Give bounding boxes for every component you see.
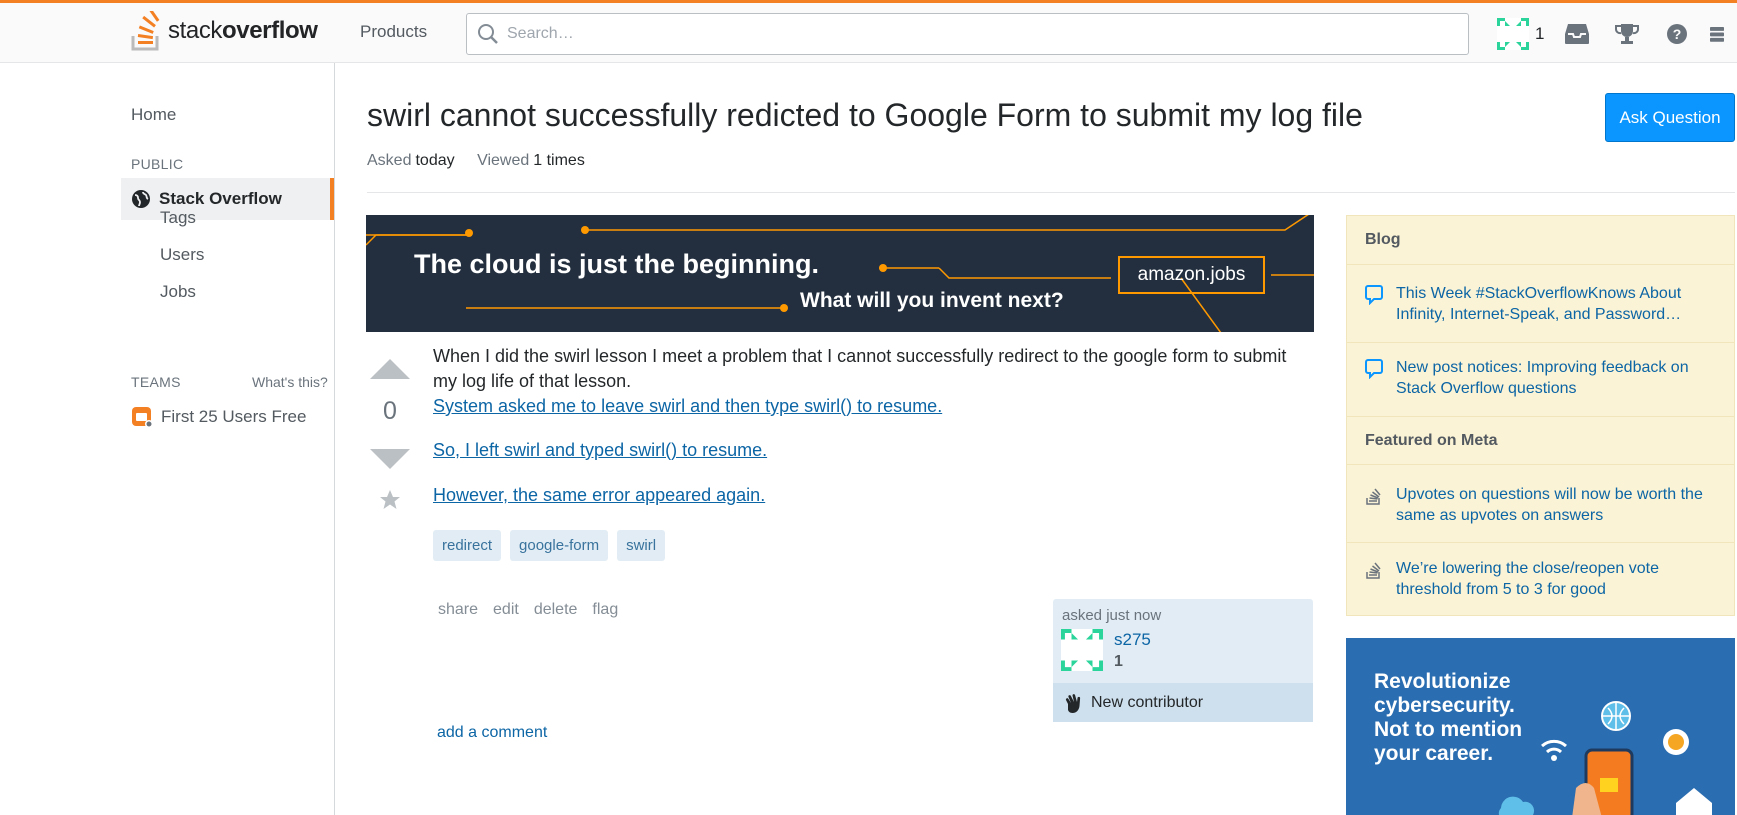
blog-item-1[interactable]: This Week #StackOverflowKnows About Infi… <box>1365 283 1725 325</box>
cybersecurity-illustration <box>1498 701 1712 815</box>
sidebar-separator <box>1347 342 1734 343</box>
nav-users[interactable]: Users <box>160 245 204 265</box>
blog-item-1-text: This Week #StackOverflowKnows About Infi… <box>1396 285 1682 323</box>
tag-google-form[interactable]: google-form <box>510 530 609 561</box>
featured-meta-heading: Featured on Meta <box>1347 416 1734 465</box>
speech-bubble-icon <box>1365 285 1383 305</box>
new-contributor-label: New contributor <box>1091 693 1204 711</box>
tag-swirl[interactable]: swirl <box>617 530 666 561</box>
owner-avatar[interactable] <box>1061 629 1103 671</box>
nav-stack-overflow-label: Stack Overflow <box>159 189 282 208</box>
top-icons: 1 ? <box>1497 17 1725 51</box>
logo-text-light: stack <box>168 17 223 44</box>
stackoverflow-logo[interactable]: stackoverflow <box>130 11 318 51</box>
logo-text-bold: overflow <box>222 17 318 44</box>
cybersecurity-ad[interactable]: Revolutionize cybersecurity. Not to ment… <box>1346 638 1735 815</box>
blog-item-2[interactable]: New post notices: Improving feedback on … <box>1365 357 1725 399</box>
nav-public-heading: PUBLIC <box>131 156 184 172</box>
avatar <box>1497 18 1529 50</box>
flag-link[interactable]: flag <box>592 601 618 619</box>
viewed-value: 1 times <box>533 152 585 169</box>
header-divider <box>367 192 1735 193</box>
favorite-button[interactable] <box>378 488 402 512</box>
globe-icon <box>132 190 150 208</box>
owner-name[interactable]: s275 <box>1114 630 1151 650</box>
question-body: When I did the swirl lesson I meet a pro… <box>433 344 1313 508</box>
help-button[interactable]: ? <box>1660 17 1694 51</box>
meta-item-2-text: We’re lowering the close/reopen vote thr… <box>1396 560 1659 598</box>
achievements-button[interactable] <box>1610 17 1644 51</box>
meta-item-1[interactable]: Upvotes on questions will now be worth t… <box>1365 484 1725 526</box>
inbox-icon <box>1565 24 1590 44</box>
blog-heading: Blog <box>1347 216 1734 265</box>
body-link-3[interactable]: However, the same error appeared again. <box>433 483 1313 508</box>
meta-item-1-text: Upvotes on questions will now be worth t… <box>1396 486 1703 524</box>
banner-brand: amazon.jobs <box>1118 256 1265 294</box>
post-menu: share edit delete flag <box>438 601 633 619</box>
delete-link[interactable]: delete <box>534 601 578 619</box>
sidebar-separator <box>1347 542 1734 543</box>
top-bar: stackoverflow Products 1 <box>0 0 1737 63</box>
tag-redirect[interactable]: redirect <box>433 530 502 561</box>
nav-tags[interactable]: Tags <box>160 208 196 228</box>
star-icon <box>380 490 400 509</box>
team-item-label: First 25 Users Free <box>161 407 307 426</box>
nav-team-item[interactable]: First 25 Users Free <box>131 406 306 428</box>
site-switcher-button[interactable] <box>1710 17 1725 51</box>
downvote-arrow-icon <box>370 449 410 469</box>
stackexchange-meta-icon <box>1366 562 1381 579</box>
search-input[interactable] <box>507 25 1407 43</box>
stackoverflow-logo-icon <box>131 11 160 51</box>
whats-this-link[interactable]: What's this? <box>252 374 328 390</box>
question-title[interactable]: swirl cannot successfully redicted to Go… <box>367 97 1363 134</box>
help-icon: ? <box>1667 24 1688 44</box>
banner-headline: The cloud is just the beginning. <box>414 249 819 279</box>
nav-jobs[interactable]: Jobs <box>160 282 196 302</box>
nav-stack-overflow[interactable]: Stack Overflow <box>121 178 334 220</box>
question-text: When I did the swirl lesson I meet a pro… <box>433 346 1287 391</box>
products-link[interactable]: Products <box>360 22 427 42</box>
asked-label: Asked <box>367 152 412 169</box>
add-comment-link[interactable]: add a comment <box>437 724 547 742</box>
downvote-button[interactable] <box>368 447 412 471</box>
asked-value: today <box>415 152 455 169</box>
stackexchange-meta-icon <box>1366 488 1381 505</box>
stackexchange-icon <box>1710 27 1725 42</box>
nav-teams-heading: TEAMS <box>131 374 181 390</box>
share-link[interactable]: share <box>438 601 478 619</box>
upvote-button[interactable] <box>368 357 412 381</box>
amazon-jobs-ad[interactable]: The cloud is just the beginning. What wi… <box>366 215 1314 332</box>
banner-subline: What will you invent next? <box>800 289 1064 312</box>
viewed-label: Viewed <box>477 152 530 169</box>
svg-text:?: ? <box>1673 26 1682 42</box>
trophy-icon <box>1615 24 1640 44</box>
wave-hand-icon <box>1065 693 1081 713</box>
owner-card: asked just now s275 1 New contributor <box>1053 599 1313 722</box>
inbox-button[interactable] <box>1560 17 1594 51</box>
speech-bubble-icon <box>1365 359 1383 379</box>
blog-meta-widget: Blog This Week #StackOverflowKnows About… <box>1346 215 1735 616</box>
upvote-arrow-icon <box>370 359 410 379</box>
new-contributor-badge[interactable]: New contributor <box>1053 683 1313 722</box>
user-profile[interactable]: 1 <box>1497 18 1544 50</box>
team-briefcase-icon <box>132 407 153 428</box>
owner-reputation: 1 <box>1114 653 1123 670</box>
tag-list: redirect google-form swirl <box>433 530 674 561</box>
reputation-count: 1 <box>1535 24 1545 43</box>
blog-item-2-text: New post notices: Improving feedback on … <box>1396 359 1689 397</box>
body-link-1[interactable]: System asked me to leave swirl and then … <box>433 394 1313 419</box>
question-meta: Asked today Viewed 1 times <box>367 152 603 170</box>
left-sidebar: Home PUBLIC Stack Overflow Tags Users Jo… <box>0 63 335 815</box>
ask-question-button[interactable]: Ask Question <box>1605 93 1735 142</box>
nav-home[interactable]: Home <box>131 105 176 125</box>
asked-time: asked just now <box>1062 607 1162 624</box>
meta-item-2[interactable]: We’re lowering the close/reopen vote thr… <box>1365 558 1725 600</box>
vote-count: 0 <box>383 397 397 425</box>
search-bar[interactable] <box>466 13 1469 55</box>
body-link-2[interactable]: So, I left swirl and typed swirl() to re… <box>433 438 1313 463</box>
edit-link[interactable]: edit <box>493 601 519 619</box>
search-icon <box>478 24 498 44</box>
